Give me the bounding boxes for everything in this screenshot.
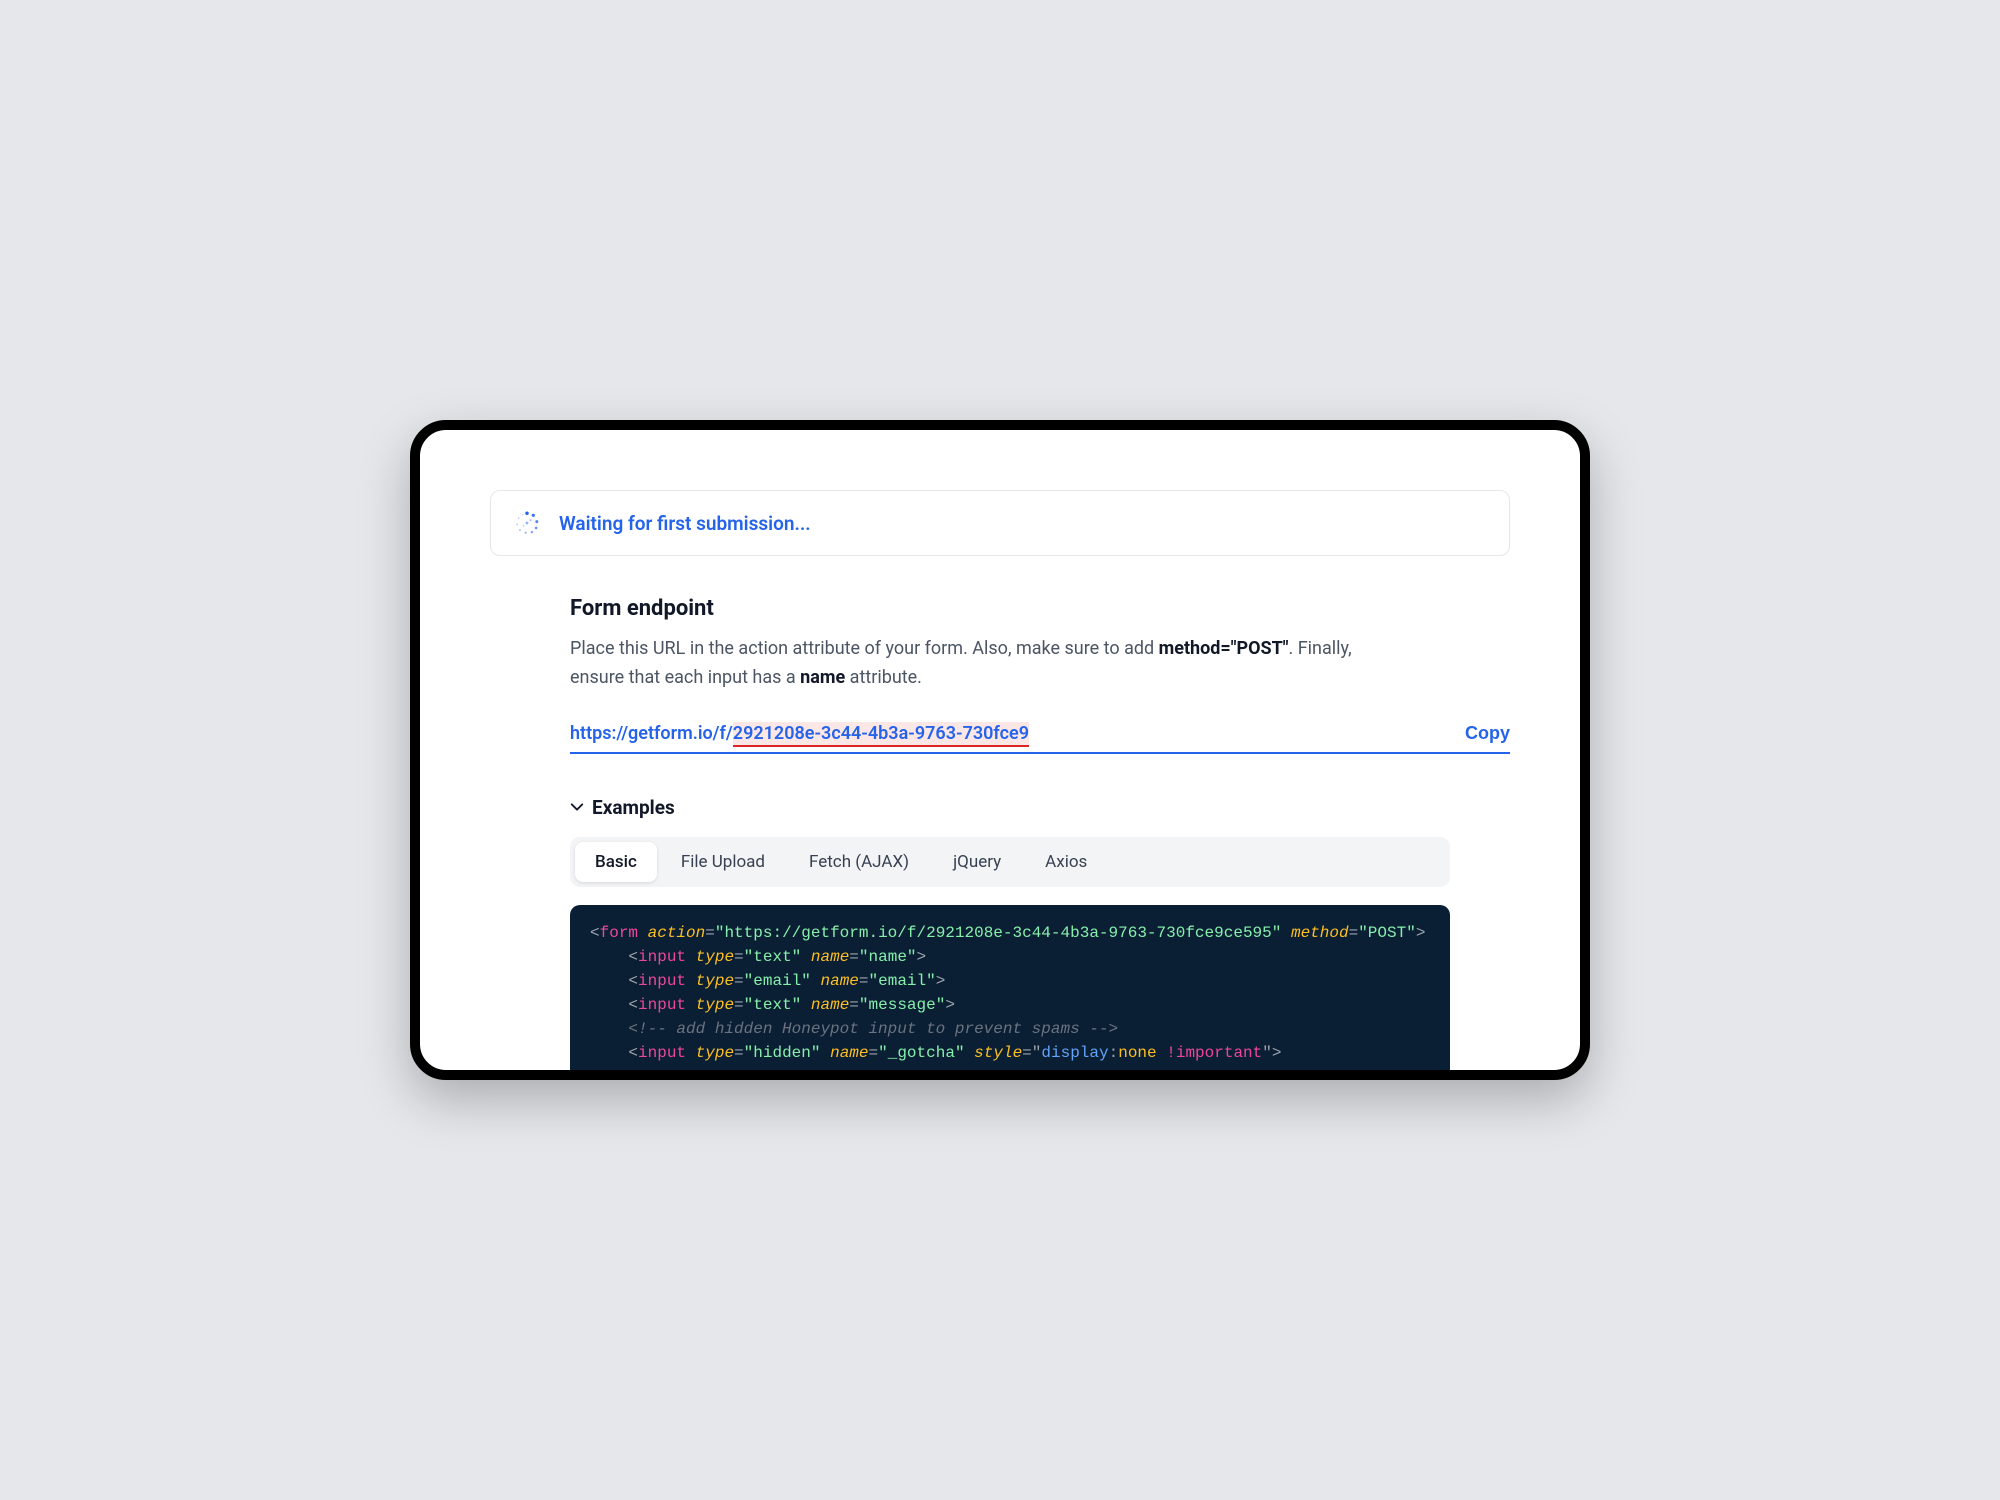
section-title: Form endpoint bbox=[570, 596, 1510, 621]
code-style-val: none bbox=[1118, 1044, 1156, 1062]
chevron-down-icon bbox=[570, 800, 584, 814]
endpoint-url[interactable]: https://getform.io/f/2921208e-3c44-4b3a-… bbox=[570, 723, 1029, 744]
examples-toggle[interactable]: Examples bbox=[570, 796, 1510, 819]
copy-button[interactable]: Copy bbox=[1465, 723, 1510, 744]
code-style-imp: !important bbox=[1166, 1044, 1262, 1062]
tab-jquery[interactable]: jQuery bbox=[933, 842, 1021, 882]
tab-basic[interactable]: Basic bbox=[575, 842, 657, 882]
status-message: Waiting for first submission... bbox=[559, 512, 811, 535]
code-input4-name: _gotcha bbox=[888, 1044, 955, 1062]
code-input1-type: text bbox=[753, 948, 791, 966]
content-area: Waiting for first submission... Form end… bbox=[420, 430, 1580, 1080]
section-description: Place this URL in the action attribute o… bbox=[570, 635, 1410, 693]
tab-file-upload[interactable]: File Upload bbox=[661, 842, 785, 882]
example-tabs: Basic File Upload Fetch (AJAX) jQuery Ax… bbox=[570, 837, 1450, 887]
endpoint-row: https://getform.io/f/2921208e-3c44-4b3a-… bbox=[570, 723, 1510, 754]
code-action: https://getform.io/f/2921208e-3c44-4b3a-… bbox=[724, 924, 1271, 942]
code-method: POST bbox=[1368, 924, 1406, 942]
code-input4-type: hidden bbox=[753, 1044, 811, 1062]
code-style-prop: display bbox=[1041, 1044, 1108, 1062]
code-example[interactable]: <form action="https://getform.io/f/29212… bbox=[570, 905, 1450, 1080]
tab-fetch-ajax[interactable]: Fetch (AJAX) bbox=[789, 842, 929, 882]
status-banner: Waiting for first submission... bbox=[490, 490, 1510, 556]
device-frame: Waiting for first submission... Form end… bbox=[410, 420, 1590, 1080]
code-input2-name: email bbox=[878, 972, 926, 990]
code-input1-name: name bbox=[869, 948, 907, 966]
loading-spinner-icon bbox=[513, 509, 541, 537]
desc-text: Place this URL in the action attribute o… bbox=[570, 638, 1159, 659]
tab-axios[interactable]: Axios bbox=[1025, 842, 1107, 882]
examples-title: Examples bbox=[592, 796, 675, 819]
endpoint-id-highlight: 2921208e-3c44-4b3a-9763-730fce9 bbox=[733, 722, 1029, 747]
desc-text: attribute. bbox=[845, 667, 922, 688]
code-input3-type: text bbox=[753, 996, 791, 1014]
main-section: Form endpoint Place this URL in the acti… bbox=[490, 596, 1510, 1080]
endpoint-base: https://getform.io/f/ bbox=[570, 723, 733, 744]
code-input2-type: email bbox=[753, 972, 801, 990]
desc-bold-method: method="POST" bbox=[1159, 638, 1289, 659]
code-comment: add hidden Honeypot input to prevent spa… bbox=[676, 1020, 1079, 1038]
desc-bold-name: name bbox=[800, 667, 845, 688]
code-input3-name: message bbox=[869, 996, 936, 1014]
